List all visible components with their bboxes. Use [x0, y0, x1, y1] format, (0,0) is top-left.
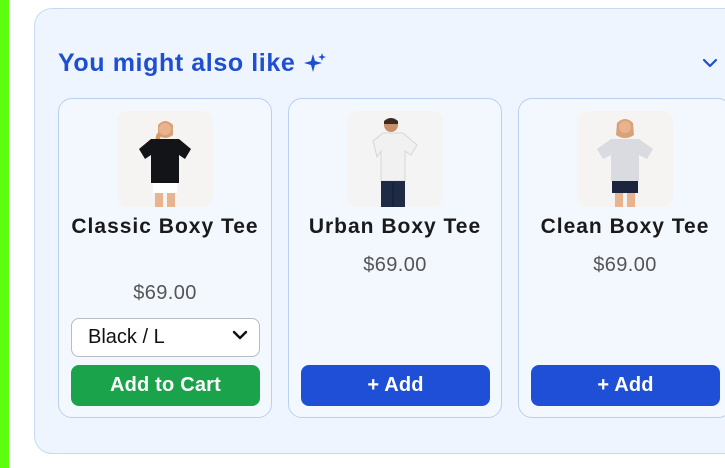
add-button[interactable]: + Add	[301, 365, 490, 406]
sparkle-icon	[303, 51, 327, 75]
product-card: Clean Boxy Tee $69.00 + Add	[518, 98, 725, 418]
product-price: $69.00	[133, 282, 197, 304]
product-name[interactable]: Classic Boxy Tee	[67, 213, 263, 241]
variant-select[interactable]: Black / L	[71, 318, 260, 357]
product-image[interactable]	[117, 111, 213, 207]
product-image[interactable]	[347, 111, 443, 207]
collapse-chevron-down-icon[interactable]	[701, 54, 719, 72]
section-header: You might also like	[58, 46, 327, 80]
product-name[interactable]: Urban Boxy Tee	[297, 213, 493, 241]
section-title: You might also like	[58, 48, 296, 77]
add-to-cart-button[interactable]: Add to Cart	[71, 365, 260, 406]
add-button[interactable]: + Add	[531, 365, 720, 406]
product-image[interactable]	[577, 111, 673, 207]
product-name[interactable]: Clean Boxy Tee	[527, 213, 723, 241]
variant-select-value: Black / L	[88, 326, 165, 348]
product-price: $69.00	[593, 254, 657, 276]
product-card: Classic Boxy Tee $69.00 Black / L Add to…	[58, 98, 272, 418]
product-price: $69.00	[363, 254, 427, 276]
chevron-down-icon	[231, 326, 249, 350]
product-card: Urban Boxy Tee $69.00 + Add	[288, 98, 502, 418]
window-edge	[0, 0, 9, 468]
